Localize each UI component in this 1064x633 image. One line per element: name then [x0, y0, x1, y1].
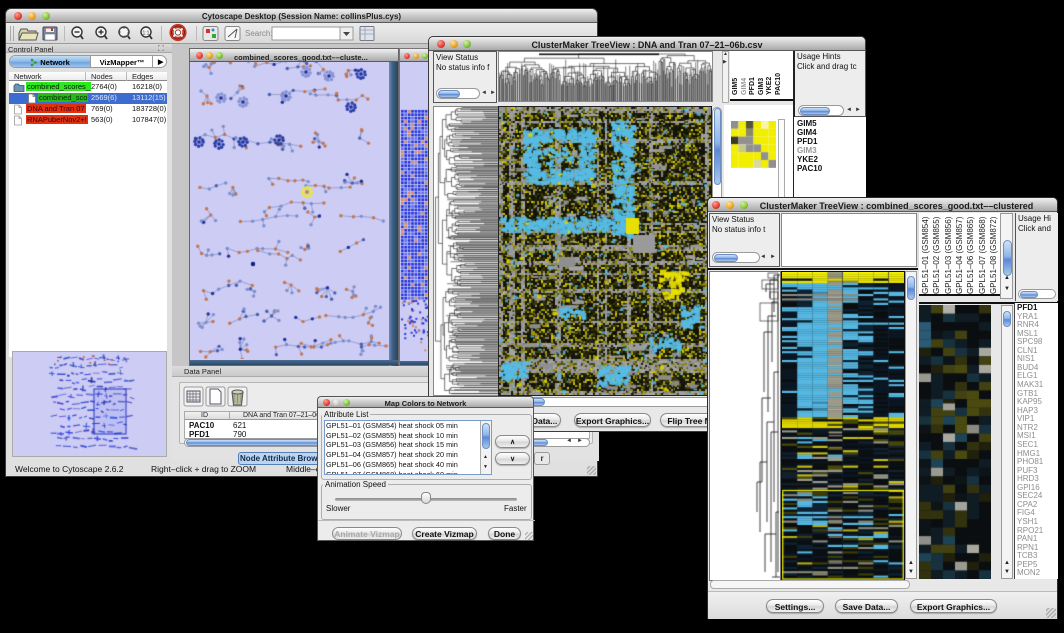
svg-text:1:1: 1:1: [143, 31, 150, 37]
svg-text:Search:: Search:: [245, 29, 273, 38]
